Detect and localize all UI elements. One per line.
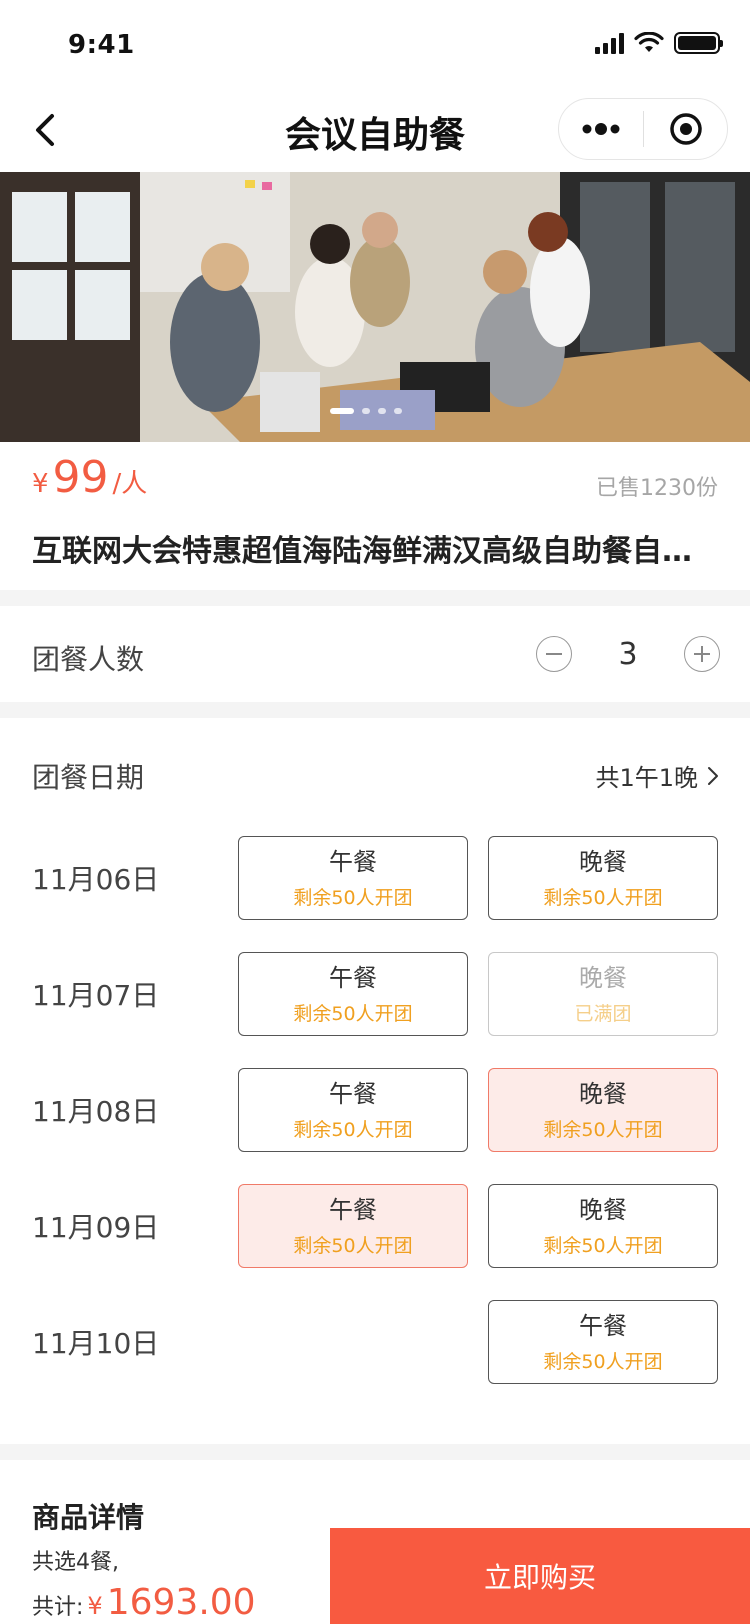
carousel-dots: [330, 408, 402, 414]
meal-name: 午餐: [329, 1196, 377, 1224]
total-currency: ¥: [87, 1592, 103, 1620]
quantity-value: 3: [618, 636, 638, 672]
decrement-button[interactable]: [536, 636, 572, 672]
date-label: 11月08日: [32, 1095, 160, 1128]
section-divider: [0, 1444, 750, 1460]
date-summary-link[interactable]: 共1午1晚: [595, 758, 720, 793]
status-bar: 9:41: [0, 0, 750, 88]
meal-name: 午餐: [579, 1312, 627, 1340]
meal-name: 午餐: [329, 848, 377, 876]
group-date-label: 团餐日期: [32, 761, 145, 794]
carousel-dot-active: [330, 408, 354, 414]
battery-icon: [674, 32, 723, 54]
status-time: 9:41: [68, 30, 135, 60]
more-icon[interactable]: [559, 99, 643, 159]
carousel-dot: [378, 408, 386, 414]
meal-status: 剩余50人开团: [543, 887, 663, 909]
total-value: 1693.00: [106, 1582, 256, 1623]
buy-now-button[interactable]: 立即购买: [330, 1528, 750, 1624]
date-label: 11月09日: [32, 1211, 160, 1244]
order-summary: 共选4餐, 共计: ¥ 1693.00: [32, 1544, 256, 1623]
meal-status: 剩余50人开团: [293, 1119, 413, 1141]
date-summary-text: 共1午1晚: [595, 764, 698, 792]
date-label: 11月07日: [32, 979, 160, 1012]
selected-count: 共选4餐,: [32, 1550, 119, 1575]
mini-program-capsule: [558, 98, 728, 160]
meal-option-lunch[interactable]: 午餐 剩余50人开团: [238, 1068, 468, 1152]
meal-option-lunch[interactable]: 午餐 剩余50人开团: [238, 836, 468, 920]
meal-name: 晚餐: [579, 964, 627, 992]
meal-status: 已满团: [574, 1003, 632, 1025]
carousel-dot: [362, 408, 370, 414]
product-title: 互联网大会特惠超值海陆海鲜满汉高级自助餐自助餐: [32, 534, 718, 569]
meeting-photo: [0, 172, 750, 442]
price-value: 99: [52, 452, 109, 503]
meal-status: 剩余50人开团: [543, 1235, 663, 1257]
carousel-dot: [394, 408, 402, 414]
close-target-icon[interactable]: [644, 99, 727, 159]
meal-status: 剩余50人开团: [293, 887, 413, 909]
quantity-stepper: 3: [536, 636, 720, 672]
wifi-icon: [634, 32, 664, 52]
banner-carousel[interactable]: [0, 172, 750, 442]
meal-status: 剩余50人开团: [293, 1235, 413, 1257]
meal-name: 晚餐: [579, 1080, 627, 1108]
section-divider: [0, 590, 750, 606]
date-label: 11月06日: [32, 863, 160, 896]
product-details-heading: 商品详情: [32, 1501, 145, 1534]
meal-option-dinner[interactable]: 晚餐 剩余50人开团: [488, 1068, 718, 1152]
meal-name: 晚餐: [579, 1196, 627, 1224]
section-divider: [0, 702, 750, 718]
total-row: 共计: ¥ 1693.00: [32, 1582, 256, 1623]
cellular-signal-icon: [595, 32, 624, 54]
chevron-right-icon: [708, 766, 718, 785]
meal-name: 晚餐: [579, 848, 627, 876]
meal-option-lunch[interactable]: 午餐 剩余50人开团: [238, 952, 468, 1036]
price-currency: ¥: [32, 469, 49, 499]
meal-option[interactable]: 午餐 剩余50人开团: [488, 1300, 718, 1384]
status-icons: [595, 32, 723, 54]
meal-status: 剩余50人开团: [293, 1003, 413, 1025]
group-count-label: 团餐人数: [32, 643, 145, 676]
meal-option-dinner[interactable]: 晚餐 剩余50人开团: [488, 1184, 718, 1268]
sold-count: 已售1230份: [596, 476, 718, 501]
price: ¥ 99 /人: [32, 456, 147, 500]
total-label: 共计:: [32, 1595, 84, 1620]
meal-name: 午餐: [329, 1080, 377, 1108]
meal-option-dinner: 晚餐 已满团: [488, 952, 718, 1036]
nav-bar: 会议自助餐: [0, 88, 750, 172]
increment-button[interactable]: [684, 636, 720, 672]
meal-name: 午餐: [329, 964, 377, 992]
price-unit: /人: [112, 469, 148, 499]
meal-option-lunch[interactable]: 午餐 剩余50人开团: [238, 1184, 468, 1268]
date-label: 11月10日: [32, 1327, 160, 1360]
meal-option-dinner[interactable]: 晚餐 剩余50人开团: [488, 836, 718, 920]
meal-status: 剩余50人开团: [543, 1351, 663, 1373]
meal-status: 剩余50人开团: [543, 1119, 663, 1141]
